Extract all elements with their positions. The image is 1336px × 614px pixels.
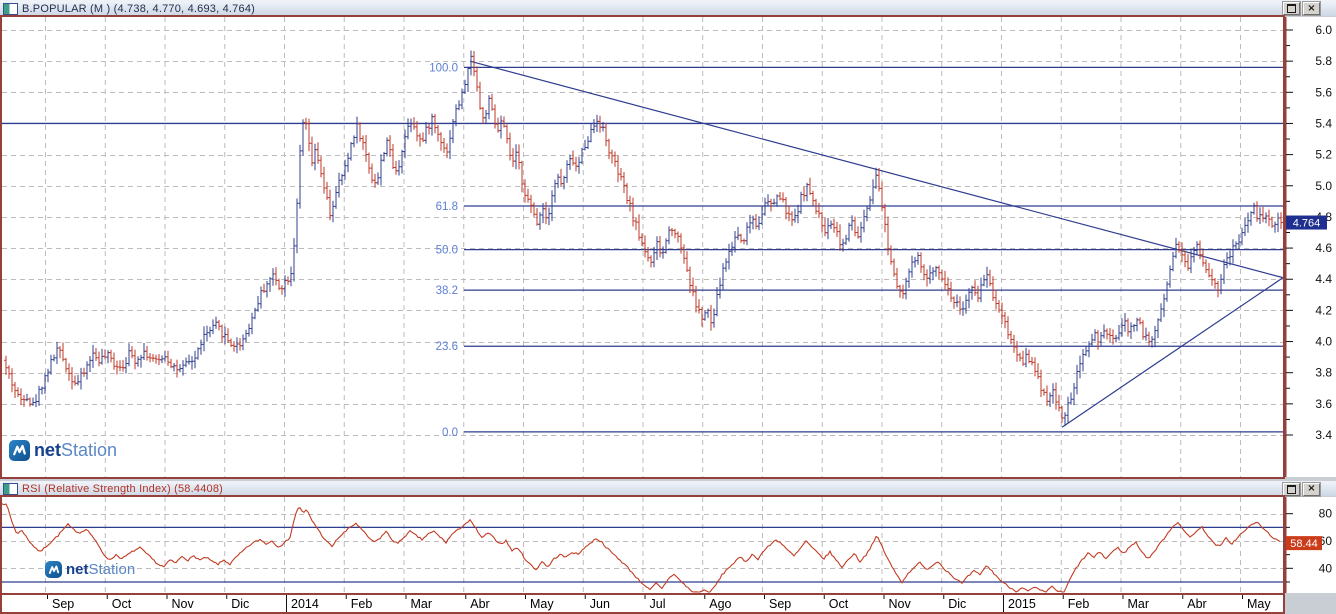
rsi-panel [0,495,1285,595]
restore-icon [1287,484,1296,494]
date-tick-label-Nov: Nov [172,597,195,611]
date-tick-label-2015: 2015 [1008,597,1036,611]
date-axis: Sep Oct Nov Dic 2014 Feb Mar Abr May Jun Jul Ago Sep… [0,595,1285,614]
price-tick-label: 4.0 [1315,335,1332,349]
restore-button[interactable] [1283,2,1300,15]
rsi-tick-label: 40 [1319,561,1333,575]
price-chart-panel: 100.0 61.8 50.0 38.2 23.6 0.0 [0,15,1285,479]
date-tick-label-Dic: Dic [948,597,966,611]
date-tick-label-Abr: Abr [470,597,489,611]
price-chart-plot[interactable]: 100.0 61.8 50.0 38.2 23.6 0.0 [2,17,1283,477]
close-button[interactable]: × [1303,2,1320,15]
rsi-value-tag: 58.44 [1286,536,1322,551]
chart-window-icon [3,2,18,15]
date-tick-label-Jun: Jun [590,597,610,611]
rsi-title: RSI (Relative Strength Index) (58.4408) [22,483,224,495]
main-window-buttons: × [1283,2,1320,15]
rsi-tick-label: 80 [1319,507,1333,521]
price-tick-label: 4.4 [1315,272,1332,286]
price-tick-label: 5.4 [1315,116,1332,130]
date-tick-label-Abr: Abr [1187,597,1206,611]
svg-text:4.764: 4.764 [1293,218,1321,230]
rsi-axis: 80 60 40 58.44 [1285,497,1336,593]
price-axis: 6.05.85.65.45.25.04.84.64.44.24.03.83.63… [1285,17,1336,477]
price-tick-label: 3.6 [1315,397,1332,411]
chart-window-icon [3,483,18,495]
price-tick-label: 5.0 [1315,179,1332,193]
price-tick-label: 4.6 [1315,241,1332,255]
date-tick-label-Mar: Mar [1128,597,1150,611]
fib-label-23.6: 23.6 [436,341,458,353]
main-chart-title: B.POPULAR (M ) (4.738, 4.770, 4.693, 4.7… [22,2,255,15]
fib-label-61.8: 61.8 [436,201,458,213]
rsi-line [2,503,1281,593]
fib-label-0.0: 0.0 [442,427,458,439]
date-tick-label-May: May [530,597,554,611]
current-price-tag: 4.764 [1286,215,1327,230]
date-tick-label-2014: 2014 [291,597,319,611]
date-tick-label-Nov: Nov [889,597,912,611]
rsi-grid [2,497,1283,593]
ohlc-bars-up [25,50,1280,427]
date-tick-label-Oct: Oct [112,597,132,611]
price-tick-label: 3.4 [1315,428,1332,442]
rsi-window-buttons: × [1283,482,1320,496]
netstation-workspace: B.POPULAR (M ) (4.738, 4.770, 4.693, 4.7… [0,0,1336,614]
price-tick-label: 4.2 [1315,303,1332,317]
date-tick-label-Dic: Dic [231,597,249,611]
close-icon: × [1307,2,1316,14]
date-tick-label-May: May [1247,597,1271,611]
fib-label-100.0: 100.0 [429,62,458,74]
price-tick-label: 6.0 [1315,23,1332,37]
date-tick-label-Oct: Oct [829,597,849,611]
date-tick-label-Ago: Ago [709,597,731,611]
price-tick-label: 5.8 [1315,54,1332,68]
price-tick-label: 5.6 [1315,85,1332,99]
fib-label-38.2: 38.2 [436,285,458,297]
date-tick-label-Sep: Sep [52,597,74,611]
rsi-titlebar[interactable]: RSI (Relative Strength Index) (58.4408) … [0,481,1336,496]
date-tick-label-Jul: Jul [650,597,666,611]
restore-icon [1287,4,1296,13]
main-chart-titlebar[interactable]: B.POPULAR (M ) (4.738, 4.770, 4.693, 4.7… [0,0,1336,16]
rsi-restore-button[interactable] [1283,482,1300,496]
close-icon: × [1307,483,1316,494]
price-tick-label: 3.8 [1315,366,1332,380]
date-tick-label-Feb: Feb [351,597,373,611]
date-tick-label-Feb: Feb [1068,597,1090,611]
svg-text:58.44: 58.44 [1290,538,1318,550]
rsi-plot[interactable] [2,497,1283,593]
price-tick-label: 5.2 [1315,148,1332,162]
date-tick-label-Sep: Sep [769,597,791,611]
rsi-close-button[interactable]: × [1303,482,1320,496]
fib-label-50.0: 50.0 [436,245,458,257]
date-tick-label-Mar: Mar [411,597,433,611]
